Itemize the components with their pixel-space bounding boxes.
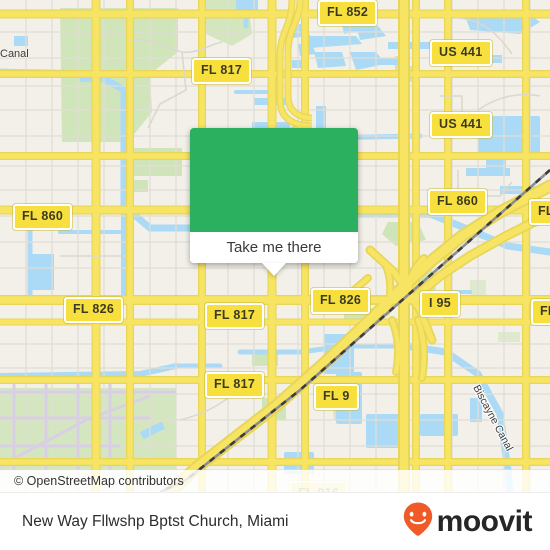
map-screenshot: FL 852 US 441 FL 817 US 441 FL 860 FL 860 FL FL… bbox=[0, 0, 550, 550]
highway-shield: FL bbox=[529, 199, 550, 225]
highway-shield: FL 817 bbox=[192, 58, 252, 84]
highway-shield: FL 826 bbox=[311, 288, 371, 314]
take-me-there-button[interactable]: Take me there bbox=[190, 232, 358, 276]
highway-shield: FL 852 bbox=[318, 0, 378, 26]
moovit-wordmark: moovit bbox=[436, 504, 533, 538]
highway-shield: US 441 bbox=[430, 112, 492, 138]
highway-shield: FL 860 bbox=[13, 204, 73, 230]
openstreetmap-attribution[interactable]: © OpenStreetMap contributors bbox=[0, 474, 184, 488]
location-popup[interactable]: Take me there bbox=[190, 128, 358, 276]
take-me-there-label: Take me there bbox=[226, 239, 322, 256]
popup-pointer-tip bbox=[262, 263, 286, 276]
map-canvas[interactable]: FL 852 US 441 FL 817 US 441 FL 860 FL 860 FL FL… bbox=[0, 0, 550, 492]
highway-shield: FL 9 bbox=[314, 384, 359, 410]
highway-shield: FL 826 bbox=[64, 297, 124, 323]
place-title: New Way Fllwshp Bptst Church, Miami bbox=[22, 512, 289, 530]
popup-image-placeholder bbox=[190, 128, 358, 232]
moovit-pin-icon bbox=[401, 501, 435, 542]
highway-shield: I 95 bbox=[420, 291, 461, 317]
highway-shield: US 441 bbox=[430, 40, 492, 66]
highway-shield: FL 817 bbox=[205, 303, 265, 329]
map-attribution-bar: © OpenStreetMap contributors bbox=[0, 470, 550, 492]
map-text-label: Canal bbox=[0, 48, 29, 60]
moovit-logo[interactable]: moovit bbox=[401, 501, 533, 542]
highway-shield: FL bbox=[531, 299, 550, 325]
highway-shield: FL 817 bbox=[205, 372, 265, 398]
footer-bar: New Way Fllwshp Bptst Church, Miami moov… bbox=[0, 492, 550, 550]
highway-shield: FL 860 bbox=[428, 189, 488, 215]
